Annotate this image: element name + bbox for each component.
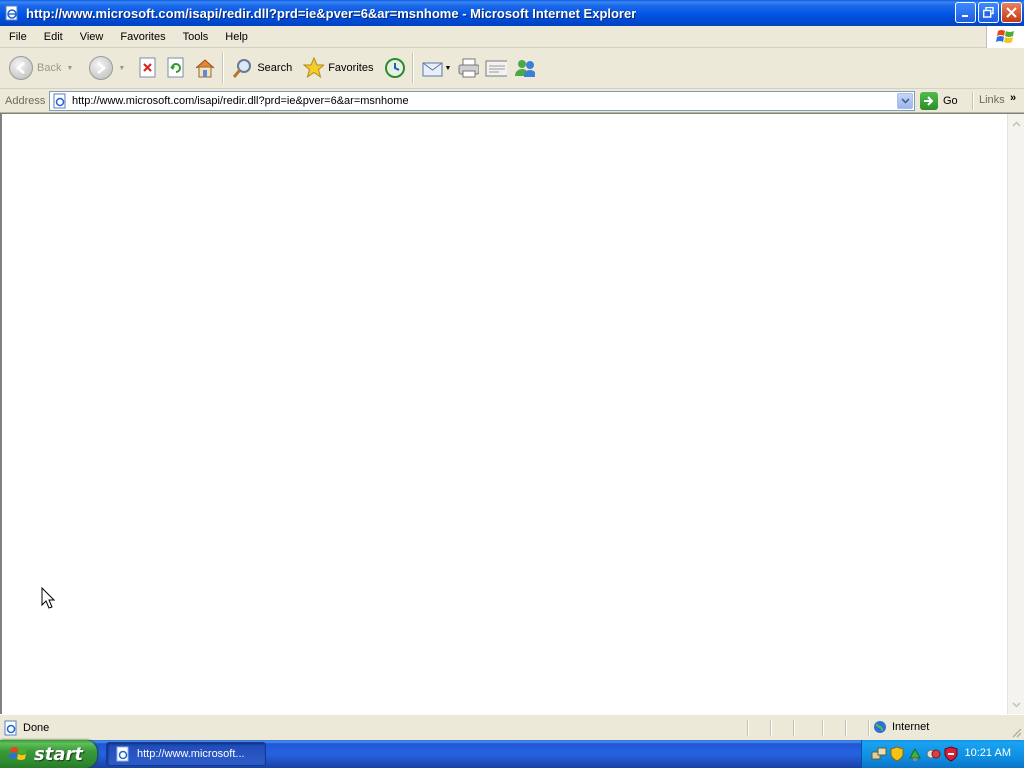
go-button[interactable]: Go xyxy=(920,92,958,110)
taskbar-window-label: http://www.microsoft... xyxy=(137,748,245,760)
refresh-icon xyxy=(165,56,187,80)
back-arrow-icon xyxy=(9,56,33,80)
chevron-down-icon xyxy=(1012,701,1021,708)
menu-view[interactable]: View xyxy=(71,26,112,48)
security-zone[interactable]: Internet xyxy=(873,720,929,734)
stop-button[interactable] xyxy=(134,50,162,86)
status-divider xyxy=(793,720,795,736)
address-url: http://www.microsoft.com/isapi/redir.dll… xyxy=(72,95,409,107)
resize-grip-icon[interactable] xyxy=(1010,726,1022,738)
status-divider xyxy=(747,720,749,736)
address-label: Address xyxy=(5,94,46,107)
mail-button[interactable]: ▼ xyxy=(418,50,454,86)
search-button[interactable]: Search xyxy=(228,50,295,86)
edit-button[interactable] xyxy=(482,50,510,86)
favorites-button[interactable]: Favorites xyxy=(299,50,376,86)
standard-toolbar: Back ▼ ▼ Search Favorites ▼ xyxy=(0,48,1024,89)
chevron-up-icon xyxy=(1012,120,1021,127)
security-shield-icon[interactable] xyxy=(889,746,905,762)
start-button[interactable]: start xyxy=(0,740,97,768)
back-button[interactable]: Back ▼ xyxy=(6,50,76,86)
title-bar[interactable]: http://www.microsoft.com/isapi/redir.dll… xyxy=(0,0,1024,26)
menu-edit[interactable]: Edit xyxy=(35,26,71,48)
status-divider xyxy=(845,720,847,736)
print-button[interactable] xyxy=(454,50,482,86)
mail-dropdown-icon[interactable]: ▼ xyxy=(444,65,451,72)
menu-tools[interactable]: Tools xyxy=(174,26,217,48)
network-icon[interactable] xyxy=(871,746,887,762)
window-title: http://www.microsoft.com/isapi/redir.dll… xyxy=(26,5,637,21)
page-done-icon xyxy=(3,720,19,736)
history-icon xyxy=(383,56,406,80)
vertical-scrollbar[interactable] xyxy=(1007,114,1024,714)
minimize-icon xyxy=(961,14,968,17)
refresh-button[interactable] xyxy=(162,50,190,86)
restore-icon xyxy=(983,7,994,18)
search-label: Search xyxy=(257,62,293,74)
menu-help[interactable]: Help xyxy=(216,26,256,48)
go-arrow-icon xyxy=(920,92,938,110)
taskbar-ie-window[interactable]: http://www.microsoft... xyxy=(106,742,266,766)
scroll-up-button[interactable] xyxy=(1009,116,1024,131)
back-dropdown-icon[interactable]: ▼ xyxy=(66,65,73,72)
stop-icon xyxy=(137,56,159,80)
sync-icon[interactable] xyxy=(925,746,941,762)
status-bar: Done Internet xyxy=(0,714,1024,740)
status-divider xyxy=(868,720,870,736)
toolbar-separator xyxy=(412,53,415,83)
mail-icon xyxy=(421,56,443,80)
windows-logo xyxy=(986,26,1024,48)
forward-button[interactable]: ▼ xyxy=(86,50,128,86)
restore-button[interactable] xyxy=(978,2,999,23)
links-toolbar[interactable]: Links xyxy=(979,94,1005,106)
favorites-label: Favorites xyxy=(328,62,374,74)
address-input[interactable]: http://www.microsoft.com/isapi/redir.dll… xyxy=(49,91,915,111)
page-icon xyxy=(52,93,68,109)
ie-page-icon xyxy=(116,746,129,762)
globe-icon xyxy=(874,721,886,733)
messenger-button[interactable] xyxy=(510,50,538,86)
status-text: Done xyxy=(23,721,50,734)
minimize-button[interactable] xyxy=(955,2,976,23)
page-content[interactable] xyxy=(0,113,1024,714)
scroll-down-button[interactable] xyxy=(1009,697,1024,712)
favorites-star-icon xyxy=(302,56,325,80)
windows-flag-icon xyxy=(9,747,27,760)
menu-file[interactable]: File xyxy=(0,26,35,48)
history-button[interactable] xyxy=(380,50,408,86)
search-icon xyxy=(231,56,253,80)
address-dropdown-button[interactable] xyxy=(897,93,913,109)
home-button[interactable] xyxy=(190,50,218,86)
forward-dropdown-icon[interactable]: ▼ xyxy=(118,65,125,72)
system-tray: 10:21 AM xyxy=(861,740,1024,768)
antivirus-shield-icon[interactable] xyxy=(943,746,959,762)
links-chevron-icon[interactable]: » xyxy=(1010,92,1016,104)
toolbar-separator xyxy=(222,53,225,83)
ie-page-icon xyxy=(4,5,20,21)
clock[interactable]: 10:21 AM xyxy=(965,747,1011,759)
start-label: start xyxy=(34,743,83,765)
status-divider xyxy=(822,720,824,736)
close-icon xyxy=(1006,7,1017,18)
close-window-button[interactable] xyxy=(1001,2,1022,23)
messenger-icon xyxy=(513,56,536,80)
zone-label: Internet xyxy=(892,721,930,733)
printer-icon xyxy=(457,56,480,80)
address-bar: Address http://www.microsoft.com/isapi/r… xyxy=(0,89,1024,113)
windows-flag-icon xyxy=(995,30,1014,43)
mouse-cursor-icon xyxy=(41,587,56,609)
home-icon xyxy=(193,56,215,80)
go-label: Go xyxy=(943,95,958,107)
status-divider xyxy=(770,720,772,736)
safely-remove-icon[interactable] xyxy=(907,746,923,762)
edit-page-icon xyxy=(485,56,508,80)
back-label: Back xyxy=(37,62,62,74)
menu-bar: File Edit View Favorites Tools Help xyxy=(0,26,1024,48)
taskbar: start http://www.microsoft... 10:21 AM xyxy=(0,740,1024,768)
chevron-down-icon xyxy=(900,98,910,104)
links-separator xyxy=(972,92,974,110)
menu-favorites[interactable]: Favorites xyxy=(111,26,173,48)
forward-arrow-icon xyxy=(89,56,114,80)
